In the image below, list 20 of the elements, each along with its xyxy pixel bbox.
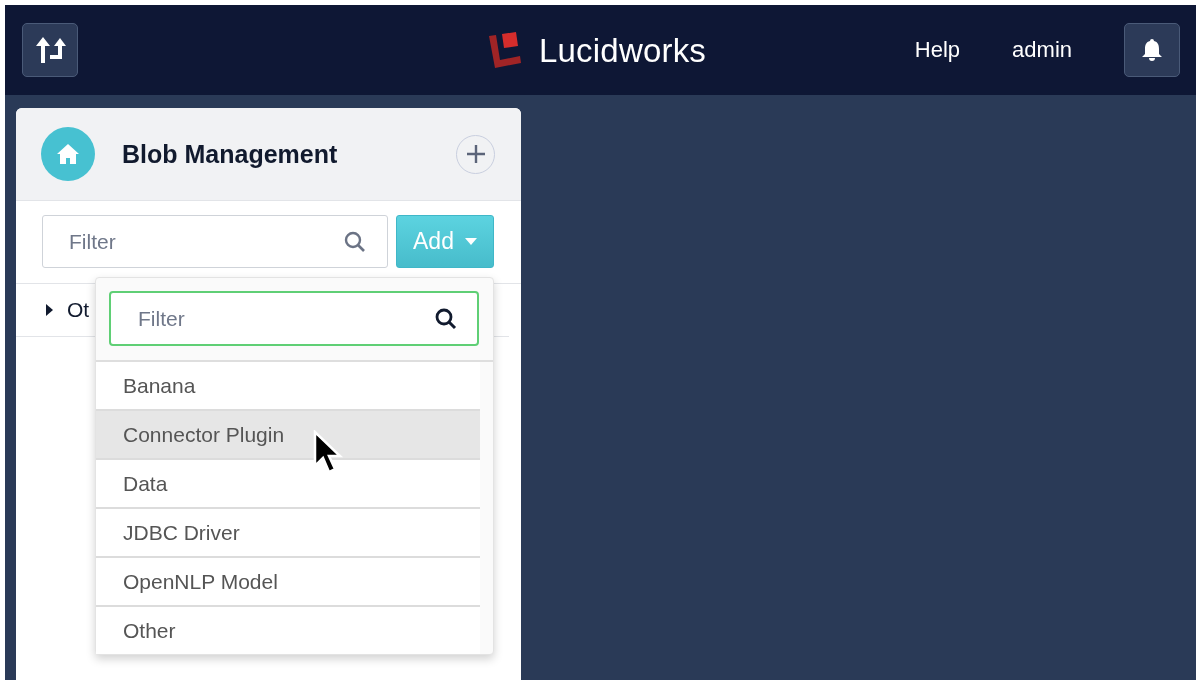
app-switcher-button[interactable]	[22, 23, 78, 77]
search-icon	[344, 230, 366, 253]
home-icon	[41, 127, 95, 181]
menu-item[interactable]: OpenNLP Model	[96, 558, 480, 607]
bell-icon	[1141, 38, 1163, 62]
filter-field[interactable]: Filter	[42, 215, 388, 268]
notifications-button[interactable]	[1124, 23, 1180, 77]
nav-link[interactable]: admin	[1012, 37, 1072, 63]
plus-icon	[465, 144, 486, 164]
caret-icon	[464, 237, 477, 246]
brand-name: Lucidworks	[539, 32, 707, 70]
menu-item[interactable]: Other	[96, 607, 480, 654]
menu-item[interactable]: JDBC Driver	[96, 509, 480, 558]
expand-icon[interactable]	[46, 304, 54, 316]
nav-link[interactable]: Help	[914, 37, 961, 63]
menu-item[interactable]: Connector Plugin	[96, 411, 480, 460]
tree-item[interactable]: Ot	[67, 298, 90, 322]
filter-field[interactable]: Filter	[109, 291, 479, 346]
search-icon	[435, 307, 457, 330]
panel-title: Blob Management	[122, 139, 338, 169]
